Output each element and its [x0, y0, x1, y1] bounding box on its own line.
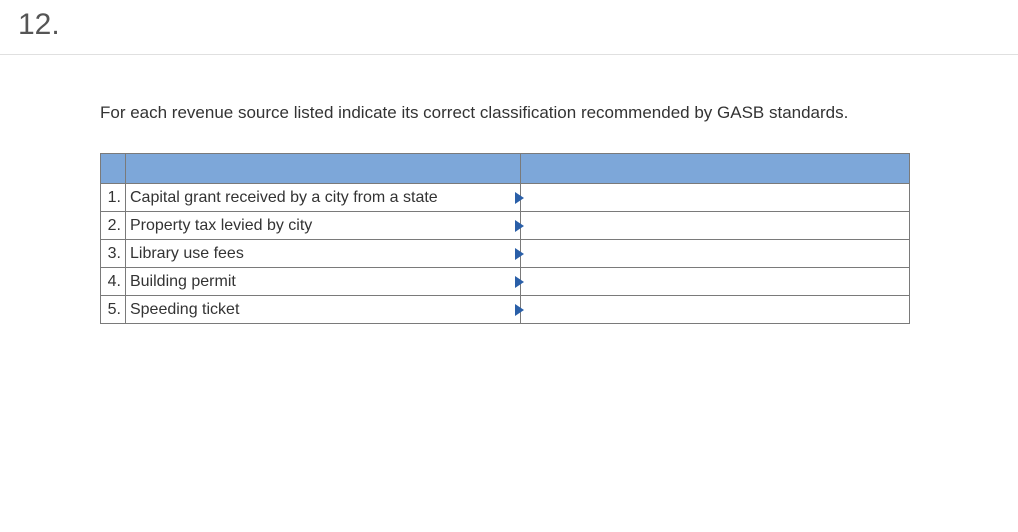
content-area: For each revenue source listed indicate … [0, 55, 1018, 324]
row-description: Capital grant received by a city from a … [125, 184, 520, 212]
row-number: 1. [101, 184, 126, 212]
row-number: 5. [101, 296, 126, 324]
answer-dropdown[interactable] [520, 296, 909, 324]
answer-dropdown[interactable] [520, 184, 909, 212]
dropdown-arrow-icon [515, 192, 524, 204]
row-number: 4. [101, 268, 126, 296]
header-cell-desc [125, 154, 520, 184]
classification-table: 1. Capital grant received by a city from… [100, 153, 910, 324]
table-row: 5. Speeding ticket [101, 296, 910, 324]
table-row: 2. Property tax levied by city [101, 212, 910, 240]
dropdown-arrow-icon [515, 304, 524, 316]
question-header: 12. [0, 0, 1018, 55]
header-cell-answer [520, 154, 909, 184]
row-description: Building permit [125, 268, 520, 296]
row-number: 3. [101, 240, 126, 268]
table-header-row [101, 154, 910, 184]
answer-dropdown[interactable] [520, 212, 909, 240]
table-row: 3. Library use fees [101, 240, 910, 268]
answer-dropdown[interactable] [520, 240, 909, 268]
table-row: 4. Building permit [101, 268, 910, 296]
answer-dropdown[interactable] [520, 268, 909, 296]
row-number: 2. [101, 212, 126, 240]
row-description: Speeding ticket [125, 296, 520, 324]
table-row: 1. Capital grant received by a city from… [101, 184, 910, 212]
question-number: 12. [18, 8, 60, 41]
header-cell-num [101, 154, 126, 184]
row-description: Library use fees [125, 240, 520, 268]
dropdown-arrow-icon [515, 276, 524, 288]
dropdown-arrow-icon [515, 248, 524, 260]
row-description: Property tax levied by city [125, 212, 520, 240]
instruction-text: For each revenue source listed indicate … [100, 103, 918, 123]
dropdown-arrow-icon [515, 220, 524, 232]
